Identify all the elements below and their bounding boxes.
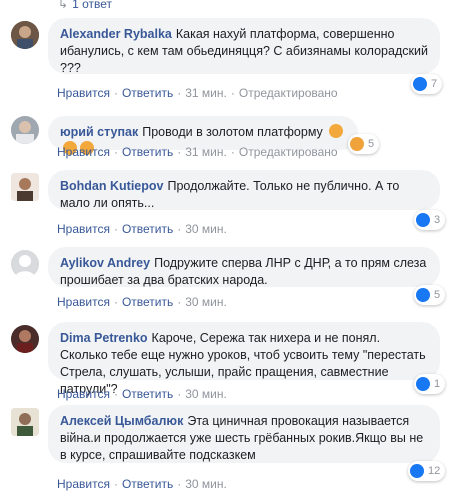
comment-actions: Нравится · Ответить · 31 мин. · Отредактирован… xyxy=(57,145,338,159)
edited-label: Отредактировано xyxy=(238,145,338,159)
reply-button[interactable]: Ответить xyxy=(122,145,173,159)
avatar[interactable] xyxy=(11,21,39,49)
comment-time[interactable]: 31 мин. xyxy=(185,145,227,159)
comment-author[interactable]: Aylikov Andrey xyxy=(60,256,150,270)
comment-author[interactable]: Dima Petrenko xyxy=(60,331,148,345)
like-icon xyxy=(413,77,427,91)
comment-time[interactable]: 30 мин. xyxy=(185,387,227,401)
reply-button[interactable]: Ответить xyxy=(122,86,173,100)
reply-button[interactable]: Ответить xyxy=(122,222,173,236)
like-button[interactable]: Нравится xyxy=(57,477,110,491)
avatar[interactable] xyxy=(11,250,39,278)
reply-count-label: 1 ответ xyxy=(72,0,112,11)
comment-author[interactable]: юрий ступак xyxy=(60,125,138,139)
avatar[interactable] xyxy=(11,173,39,201)
comment-bubble: Алексей Цымбалюк Эта циничная провокация … xyxy=(48,405,440,463)
angry-icon xyxy=(350,137,364,151)
like-icon xyxy=(416,213,430,227)
reaction-count-label: 5 xyxy=(434,289,441,301)
comment-actions: Нравится · Ответить · 31 мин. · Отредактирован… xyxy=(57,86,338,100)
reaction-count[interactable]: 7 xyxy=(411,74,443,94)
reply-button[interactable]: Ответить xyxy=(122,477,173,491)
comment-bubble: Aylikov Andrey Подружите сперва ЛНР с ДНР… xyxy=(48,247,440,287)
avatar[interactable] xyxy=(11,408,39,436)
comment-actions: Нравится · Ответить · 30 мин. xyxy=(57,387,227,401)
reaction-count-label: 3 xyxy=(434,214,441,226)
like-icon xyxy=(410,464,424,478)
comment-bubble: Alexander Rybalka Какая нахуй платформа, … xyxy=(48,18,440,75)
like-button[interactable]: Нравится xyxy=(57,86,110,100)
reaction-count-label: 5 xyxy=(368,138,375,150)
reply-button[interactable]: Ответить xyxy=(122,387,173,401)
comment-actions: Нравится · Ответить · 30 мин. xyxy=(57,222,227,236)
reply-button[interactable]: Ответить xyxy=(122,295,173,309)
like-button[interactable]: Нравится xyxy=(57,145,110,159)
comment-author[interactable]: Алексей Цымбалюк xyxy=(60,414,183,428)
edited-label: Отредактировано xyxy=(238,86,338,100)
reaction-count-label: 7 xyxy=(431,78,438,90)
like-button[interactable]: Нравится xyxy=(57,222,110,236)
comment-text: Проводи в золотом платформу xyxy=(142,125,323,139)
like-button[interactable]: Нравится xyxy=(57,387,110,401)
like-button[interactable]: Нравится xyxy=(57,295,110,309)
reaction-count-label: 12 xyxy=(428,465,441,477)
comment-time[interactable]: 30 мин. xyxy=(185,477,227,491)
reaction-count[interactable]: 5 xyxy=(348,134,380,154)
reaction-count[interactable]: 12 xyxy=(408,461,446,481)
comment-bubble: Dima Petrenko Кароче, Сережа так нихера и… xyxy=(48,322,440,396)
replies-link[interactable]: ↳ 1 ответ xyxy=(58,0,112,11)
comment-time[interactable]: 30 мин. xyxy=(185,222,227,236)
comment-author[interactable]: Alexander Rybalka xyxy=(60,27,172,41)
like-icon xyxy=(416,288,430,302)
like-icon xyxy=(416,377,430,391)
reaction-count[interactable]: 3 xyxy=(414,210,446,230)
avatar[interactable] xyxy=(11,325,39,353)
reply-arrow-icon: ↳ xyxy=(58,0,69,11)
comment-bubble: Bohdan Kutiepov Продолжайте. Только не пу… xyxy=(48,170,440,210)
comment-actions: Нравится · Ответить · 30 мин. xyxy=(57,295,227,309)
comment-author[interactable]: Bohdan Kutiepov xyxy=(60,179,163,193)
angry-emoji xyxy=(329,124,344,138)
reaction-count[interactable]: 1 xyxy=(414,374,446,394)
reaction-count[interactable]: 5 xyxy=(414,285,446,305)
comment-time[interactable]: 30 мин. xyxy=(185,295,227,309)
comment-time[interactable]: 31 мин. xyxy=(185,86,227,100)
reaction-count-label: 1 xyxy=(434,378,441,390)
comment-actions: Нравится · Ответить · 30 мин. xyxy=(57,477,227,491)
avatar[interactable] xyxy=(11,116,39,144)
